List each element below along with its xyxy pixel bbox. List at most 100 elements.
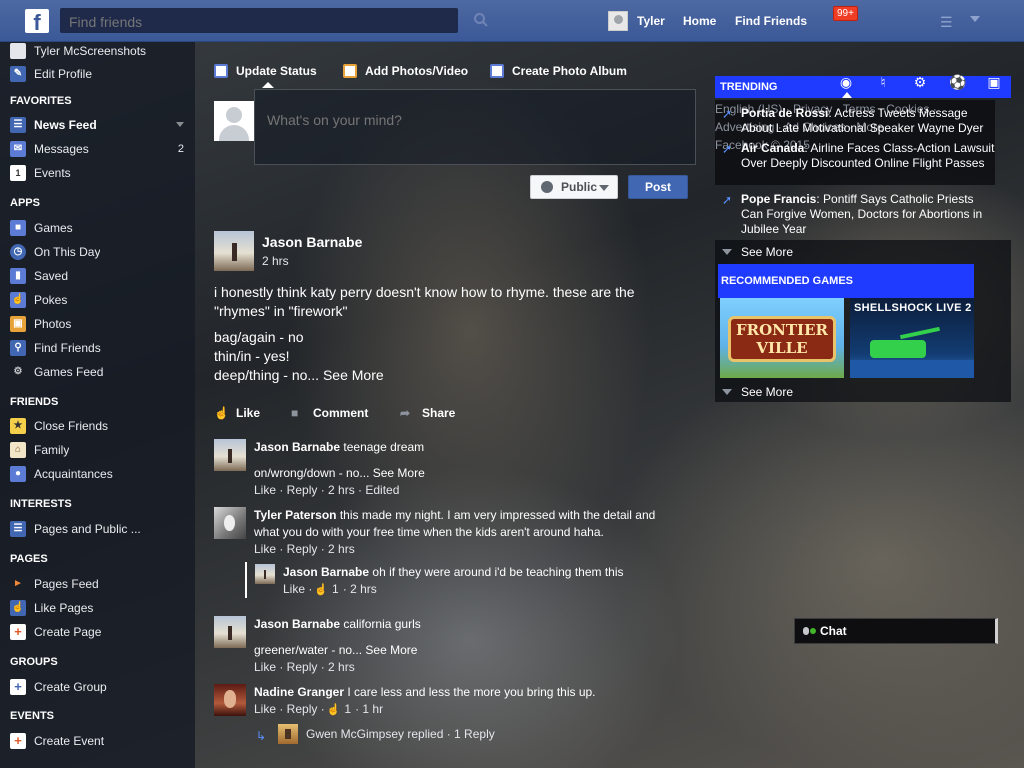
- notification-badge[interactable]: 99+: [833, 6, 858, 21]
- top-bar: f Tyler Home Find Friends 99+ ☰: [0, 0, 1024, 42]
- comment-body: california gurls: [343, 617, 421, 631]
- chevron-down-icon[interactable]: [176, 122, 184, 127]
- post-author-name[interactable]: Jason Barnabe: [262, 234, 362, 250]
- post-text-fragment: deep/thing - no...: [214, 367, 320, 383]
- comment-author[interactable]: Jason Barnabe: [254, 617, 340, 631]
- meta-actions[interactable]: Like · Reply ·: [254, 702, 325, 716]
- comment-meta[interactable]: Like · ☝ 1 · 2 hrs: [283, 582, 377, 596]
- reply-text: Jason Barnabe oh if they were around i'd…: [283, 564, 624, 581]
- active-tab-pointer: [842, 92, 852, 98]
- game-tile-shellshock[interactable]: SHELLSHOCK LIVE 2: [850, 298, 974, 378]
- sidebar-item-messages[interactable]: ✉ Messages 2: [10, 140, 190, 158]
- account-menu-chevron-down-icon[interactable]: [970, 16, 980, 22]
- sidebar-item-photos[interactable]: ▣ Photos: [10, 315, 190, 333]
- comment-text: Nadine Granger I care less and less the …: [254, 684, 596, 701]
- like-count[interactable]: 1: [332, 582, 339, 596]
- comment-author[interactable]: Jason Barnabe: [254, 440, 340, 454]
- share-button[interactable]: ➦ Share: [400, 406, 455, 420]
- comment-avatar[interactable]: [214, 616, 246, 648]
- trending-top-icon[interactable]: ◉: [838, 74, 854, 90]
- see-more-link[interactable]: See More: [323, 367, 384, 383]
- sidebar-item-pages-feed[interactable]: ► Pages Feed: [10, 575, 190, 593]
- like-count[interactable]: 1: [344, 702, 351, 716]
- comment-avatar[interactable]: [214, 439, 246, 471]
- trending-item[interactable]: ➚ Pope Francis: Pontiff Says Catholic Pr…: [720, 192, 995, 237]
- chat-bar[interactable]: Chat: [794, 618, 998, 644]
- chat-presence-icon: [801, 625, 817, 637]
- sidebar-item-edit-profile[interactable]: ✎ Edit Profile: [10, 65, 190, 83]
- audience-selector[interactable]: Public: [530, 175, 618, 199]
- tab-update-status[interactable]: Update Status: [214, 64, 317, 78]
- see-more-link[interactable]: See More: [365, 643, 417, 657]
- sidebar-item-label: Tyler McScreenshots: [34, 44, 147, 58]
- clock-icon: ◷: [10, 244, 26, 260]
- sidebar-item-pages-public[interactable]: ☰ Pages and Public ...: [10, 520, 190, 538]
- trending-see-more[interactable]: See More: [722, 245, 793, 259]
- comment-avatar[interactable]: [214, 507, 246, 539]
- entertainment-icon[interactable]: ▣: [986, 74, 1002, 90]
- tab-add-photos[interactable]: Add Photos/Video: [343, 64, 468, 78]
- reply-avatar[interactable]: [278, 724, 298, 744]
- sidebar-item-news-feed[interactable]: ☰ News Feed: [10, 116, 190, 134]
- comment-meta[interactable]: Like · Reply · 2 hrs: [254, 660, 355, 674]
- album-icon: [490, 64, 504, 78]
- sidebar-item-acquaintances[interactable]: ● Acquaintances: [10, 465, 190, 483]
- search-input[interactable]: [61, 9, 457, 32]
- comment-meta[interactable]: Like · Reply · 2 hrs · Edited: [254, 483, 399, 497]
- nav-profile-link[interactable]: Tyler: [608, 11, 665, 31]
- post-button[interactable]: Post: [628, 175, 688, 199]
- comment-author[interactable]: Jason Barnabe: [283, 565, 369, 579]
- search-box: [60, 8, 458, 33]
- comment-text: what you do with your free time when the…: [254, 525, 604, 539]
- nav-home-link[interactable]: Home: [683, 14, 716, 28]
- like-button[interactable]: ☝ Like: [214, 406, 260, 420]
- reply-avatar[interactable]: [255, 564, 275, 584]
- facebook-logo[interactable]: f: [25, 9, 49, 33]
- sidebar-item-find-friends[interactable]: ⚲ Find Friends: [10, 339, 190, 357]
- sidebar-item-profile[interactable]: Tyler McScreenshots: [10, 42, 190, 60]
- sports-icon[interactable]: ⚽: [949, 74, 966, 90]
- see-more-link[interactable]: See More: [373, 466, 425, 480]
- tab-create-album[interactable]: Create Photo Album: [490, 64, 627, 78]
- sidebar-item-create-page[interactable]: + Create Page: [10, 623, 190, 641]
- sidebar-item-events[interactable]: 1 Events: [10, 164, 190, 182]
- post-timestamp[interactable]: 2 hrs: [262, 254, 289, 268]
- tab-label: Add Photos/Video: [365, 64, 469, 78]
- view-replies-link[interactable]: Gwen McGimpsey replied · 1 Reply: [306, 726, 495, 743]
- game-tile-frontierville[interactable]: FRONTIER VILLE: [720, 298, 844, 378]
- sidebar-item-games-feed[interactable]: ⚙ Games Feed: [10, 363, 190, 381]
- science-icon[interactable]: ⚙: [912, 74, 928, 90]
- games-see-more[interactable]: See More: [722, 385, 793, 399]
- comment-avatar[interactable]: [214, 684, 246, 716]
- privacy-shortcuts-icon[interactable]: ☰: [940, 14, 958, 30]
- sidebar-item-like-pages[interactable]: ☝ Like Pages: [10, 599, 190, 617]
- comment-meta[interactable]: Like · Reply · 2 hrs: [254, 542, 355, 556]
- comment-button[interactable]: ■ Comment: [291, 406, 368, 420]
- trending-item[interactable]: ➚ Air Canada: Airline Faces Class-Action…: [720, 141, 995, 171]
- politics-icon[interactable]: ♮: [875, 74, 891, 90]
- comment-author[interactable]: Nadine Granger: [254, 685, 344, 699]
- sidebar-item-label: Like Pages: [34, 601, 94, 615]
- post-author-avatar[interactable]: [214, 231, 254, 271]
- sidebar-item-on-this-day[interactable]: ◷ On This Day: [10, 243, 190, 261]
- meta-time[interactable]: · 2 hrs: [343, 582, 377, 596]
- sidebar-item-label: Saved: [34, 269, 69, 283]
- sidebar-item-pokes[interactable]: ☝ Pokes: [10, 291, 190, 309]
- meta-time[interactable]: · 1 hr: [355, 702, 383, 716]
- sidebar-item-create-group[interactable]: + Create Group: [10, 678, 190, 696]
- comment-text: greener/water - no... See More: [254, 642, 417, 659]
- sidebar-item-games[interactable]: ■ Games: [10, 219, 190, 237]
- status-input[interactable]: [267, 112, 667, 128]
- sidebar-item-close-friends[interactable]: ★ Close Friends: [10, 417, 190, 435]
- sidebar-item-create-event[interactable]: + Create Event: [10, 732, 190, 750]
- meta-actions[interactable]: Like ·: [283, 582, 312, 596]
- comment-meta[interactable]: Like · Reply · ☝ 1 · 1 hr: [254, 702, 383, 716]
- sidebar-item-family[interactable]: ⌂ Family: [10, 441, 190, 459]
- globe-icon: [541, 181, 553, 193]
- post-text-line: "rhymes" in "firework": [214, 303, 348, 319]
- nav-find-friends-link[interactable]: Find Friends: [735, 14, 807, 28]
- search-icon[interactable]: [473, 12, 489, 28]
- comment-author[interactable]: Tyler Paterson: [254, 508, 336, 522]
- trending-item[interactable]: ➚ Portia de Rossi: Actress Tweets Messag…: [720, 106, 995, 136]
- sidebar-item-saved[interactable]: ▮ Saved: [10, 267, 190, 285]
